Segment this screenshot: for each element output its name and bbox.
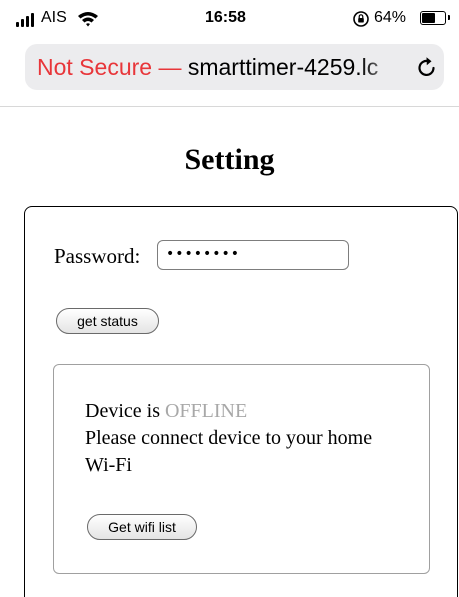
device-status-value: OFFLINE <box>164 400 248 422</box>
battery-icon <box>420 11 446 25</box>
wifi-icon <box>78 12 98 27</box>
battery-percent: 64% <box>374 9 407 26</box>
not-secure-label: Not Secure — <box>37 54 182 80</box>
page-title: Setting <box>184 143 275 176</box>
carrier-name: AIS <box>41 9 67 26</box>
battery-level <box>422 13 435 23</box>
password-label: Password: <box>54 244 141 268</box>
signal-icon <box>16 13 42 27</box>
reload-icon[interactable] <box>416 56 438 78</box>
address-bar[interactable]: Not Secure — smarttimer-4259.lc <box>25 44 444 90</box>
status-bar: AIS 16:58 64% <box>0 0 459 38</box>
url-fade <box>360 44 405 90</box>
connect-message: Please connect device to your home Wi-Fi <box>85 427 373 476</box>
get-wifi-list-button[interactable]: Get wifi list <box>87 514 197 540</box>
clock: 16:58 <box>205 9 246 26</box>
device-status-line: Device is OFFLINE <box>85 398 247 425</box>
toolbar-divider <box>0 106 459 107</box>
url-field[interactable]: Not Secure — smarttimer-4259.lc <box>37 44 402 90</box>
battery-cap <box>448 15 450 20</box>
rotation-lock-icon <box>353 11 369 27</box>
device-status-prefix: Device is <box>85 400 160 422</box>
password-field[interactable]: •••••••• <box>157 240 349 270</box>
get-status-button[interactable]: get status <box>56 308 159 334</box>
url-domain: smarttimer-4259.lc <box>187 54 379 80</box>
